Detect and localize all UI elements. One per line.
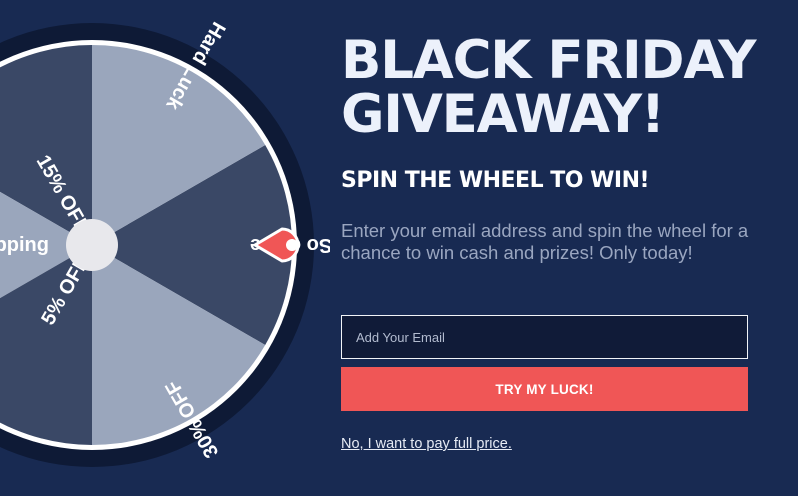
page-title: BLACK FRIDAY GIVEAWAY! bbox=[341, 34, 781, 142]
prize-wheel[interactable]: So close 30% OFF 15% OFF pping 5% OFF Ha… bbox=[0, 0, 330, 496]
wheel-center-hub bbox=[66, 219, 118, 271]
try-my-luck-button[interactable]: TRY MY LUCK! bbox=[341, 367, 748, 411]
prize-wheel-graphic: So close 30% OFF 15% OFF pping 5% OFF Ha… bbox=[0, 18, 330, 467]
subtitle: SPIN THE WHEEL TO WIN! bbox=[341, 168, 650, 193]
giveaway-popup: So close 30% OFF 15% OFF pping 5% OFF Ha… bbox=[0, 0, 798, 496]
email-field[interactable] bbox=[341, 315, 748, 359]
segment-label-shipping: pping bbox=[0, 234, 49, 256]
title-line-1: BLACK FRIDAY bbox=[341, 30, 756, 91]
decline-link[interactable]: No, I want to pay full price. bbox=[341, 436, 512, 452]
title-line-2: GIVEAWAY! bbox=[341, 84, 665, 145]
description-text: Enter your email address and spin the wh… bbox=[341, 220, 749, 263]
